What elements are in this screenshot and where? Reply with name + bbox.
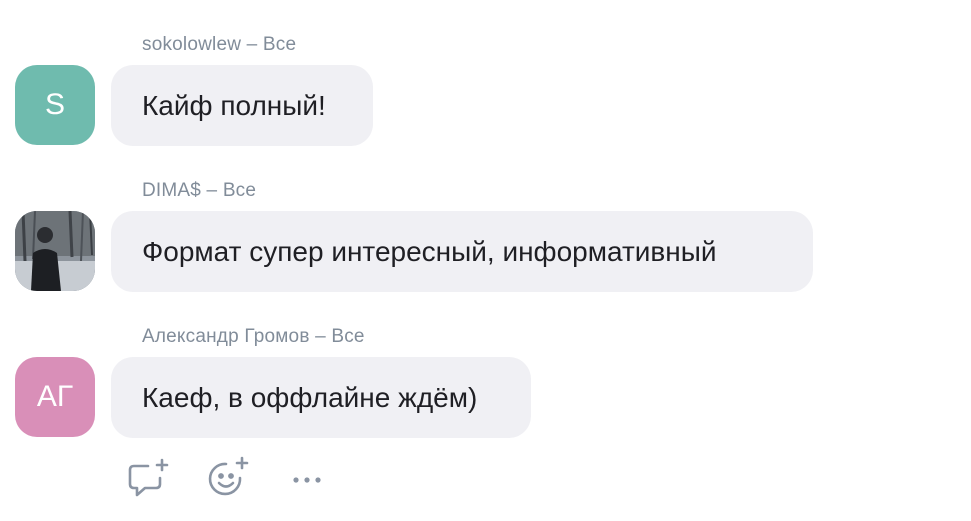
message-header: Александр Громов – Все <box>142 326 365 348</box>
message-bubble[interactable]: Кайф полный! <box>111 65 373 146</box>
header-separator: – <box>241 34 263 55</box>
avatar[interactable] <box>15 211 95 291</box>
avatar[interactable]: АГ <box>15 357 95 437</box>
audience-label: Все <box>222 180 257 201</box>
message-header: sokolowlew – Все <box>142 34 296 56</box>
message-text: Каеф, в оффлайне ждём) <box>142 381 478 413</box>
message-bubble[interactable]: Формат супер интересный, информативный <box>111 211 813 292</box>
avatar-initials: S <box>44 88 65 121</box>
add-reaction-button[interactable] <box>202 452 252 502</box>
reply-button[interactable] <box>122 452 172 502</box>
message-text: Кайф полный! <box>142 89 326 121</box>
add-reaction-icon <box>208 456 249 496</box>
reply-add-icon <box>128 458 169 497</box>
avatar-initials: АГ <box>36 380 74 413</box>
author-name[interactable]: DIMA$ <box>142 180 201 201</box>
header-separator: – <box>201 180 223 201</box>
chat-feed: sokolowlew – Все S Кайф полный! DIMA$ – … <box>0 0 971 521</box>
author-name[interactable]: Александр Громов <box>142 326 310 347</box>
message-bubble[interactable]: Каеф, в оффлайне ждём) <box>111 357 531 438</box>
message-actions <box>0 452 971 512</box>
user-photo-icon <box>15 211 95 291</box>
author-name[interactable]: sokolowlew <box>142 34 241 55</box>
audience-label: Все <box>331 326 365 347</box>
header-separator: – <box>309 326 332 347</box>
audience-label: Все <box>262 34 297 55</box>
avatar[interactable]: S <box>15 65 95 145</box>
more-dots-icon <box>293 477 321 483</box>
message-text: Формат супер интересный, информативный <box>142 235 717 267</box>
message-header: DIMA$ – Все <box>142 180 256 202</box>
more-button[interactable] <box>282 452 332 502</box>
